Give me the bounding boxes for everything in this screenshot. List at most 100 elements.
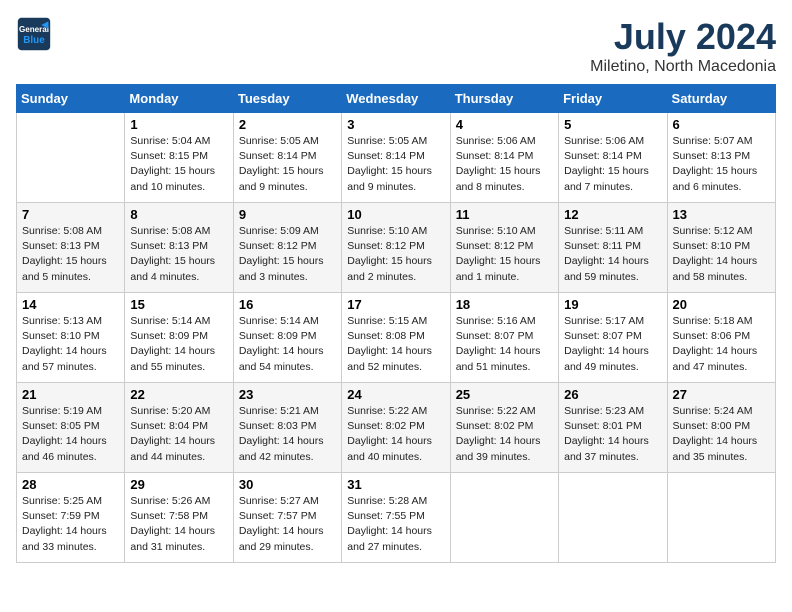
day-info: Sunrise: 5:27 AM Sunset: 7:57 PM Dayligh… bbox=[239, 494, 336, 555]
day-cell: 26 Sunrise: 5:23 AM Sunset: 8:01 PM Dayli… bbox=[559, 383, 667, 473]
day-info: Sunrise: 5:10 AM Sunset: 8:12 PM Dayligh… bbox=[347, 224, 444, 285]
day-cell: 8 Sunrise: 5:08 AM Sunset: 8:13 PM Daylig… bbox=[125, 203, 233, 293]
col-header-sunday: Sunday bbox=[17, 85, 125, 113]
day-info: Sunrise: 5:08 AM Sunset: 8:13 PM Dayligh… bbox=[22, 224, 119, 285]
subtitle: Miletino, North Macedonia bbox=[590, 58, 776, 76]
day-number: 9 bbox=[239, 207, 336, 222]
day-info: Sunrise: 5:21 AM Sunset: 8:03 PM Dayligh… bbox=[239, 404, 336, 465]
logo-icon: General Blue bbox=[16, 16, 52, 52]
day-cell: 11Sunrise: 5:10 AM Sunset: 8:12 PM Dayli… bbox=[450, 203, 558, 293]
day-number: 21 bbox=[22, 387, 119, 402]
main-title: July 2024 bbox=[590, 16, 776, 58]
day-info: Sunrise: 5:07 AM Sunset: 8:13 PM Dayligh… bbox=[673, 134, 770, 195]
day-cell: 9 Sunrise: 5:09 AM Sunset: 8:12 PM Daylig… bbox=[233, 203, 341, 293]
day-info: Sunrise: 5:15 AM Sunset: 8:08 PM Dayligh… bbox=[347, 314, 444, 375]
header: General Blue July 2024 Miletino, North M… bbox=[16, 16, 776, 76]
day-cell: 14Sunrise: 5:13 AM Sunset: 8:10 PM Dayli… bbox=[17, 293, 125, 383]
logo: General Blue bbox=[16, 16, 52, 52]
day-number: 26 bbox=[564, 387, 661, 402]
day-number: 17 bbox=[347, 297, 444, 312]
week-row-3: 14Sunrise: 5:13 AM Sunset: 8:10 PM Dayli… bbox=[17, 293, 776, 383]
day-cell: 31 Sunrise: 5:28 AM Sunset: 7:55 PM Dayli… bbox=[342, 473, 450, 563]
day-cell: 21 Sunrise: 5:19 AM Sunset: 8:05 PM Dayli… bbox=[17, 383, 125, 473]
col-header-friday: Friday bbox=[559, 85, 667, 113]
day-cell: 2Sunrise: 5:05 AM Sunset: 8:14 PM Daylig… bbox=[233, 113, 341, 203]
day-number: 22 bbox=[130, 387, 227, 402]
svg-text:Blue: Blue bbox=[23, 35, 45, 46]
day-number: 12 bbox=[564, 207, 661, 222]
day-cell: 22Sunrise: 5:20 AM Sunset: 8:04 PM Dayli… bbox=[125, 383, 233, 473]
day-number: 7 bbox=[22, 207, 119, 222]
day-number: 14 bbox=[22, 297, 119, 312]
day-number: 31 bbox=[347, 477, 444, 492]
day-cell: 30Sunrise: 5:27 AM Sunset: 7:57 PM Dayli… bbox=[233, 473, 341, 563]
week-row-4: 21 Sunrise: 5:19 AM Sunset: 8:05 PM Dayli… bbox=[17, 383, 776, 473]
title-area: July 2024 Miletino, North Macedonia bbox=[590, 16, 776, 76]
day-number: 15 bbox=[130, 297, 227, 312]
day-cell: 23 Sunrise: 5:21 AM Sunset: 8:03 PM Dayli… bbox=[233, 383, 341, 473]
day-info: Sunrise: 5:24 AM Sunset: 8:00 PM Dayligh… bbox=[673, 404, 770, 465]
day-info: Sunrise: 5:18 AM Sunset: 8:06 PM Dayligh… bbox=[673, 314, 770, 375]
col-header-monday: Monday bbox=[125, 85, 233, 113]
day-cell bbox=[559, 473, 667, 563]
week-row-2: 7 Sunrise: 5:08 AM Sunset: 8:13 PM Daylig… bbox=[17, 203, 776, 293]
day-info: Sunrise: 5:06 AM Sunset: 8:14 PM Dayligh… bbox=[564, 134, 661, 195]
day-number: 2 bbox=[239, 117, 336, 132]
day-info: Sunrise: 5:25 AM Sunset: 7:59 PM Dayligh… bbox=[22, 494, 119, 555]
day-cell: 5 Sunrise: 5:06 AM Sunset: 8:14 PM Daylig… bbox=[559, 113, 667, 203]
day-info: Sunrise: 5:22 AM Sunset: 8:02 PM Dayligh… bbox=[456, 404, 553, 465]
day-number: 25 bbox=[456, 387, 553, 402]
day-cell: 13Sunrise: 5:12 AM Sunset: 8:10 PM Dayli… bbox=[667, 203, 775, 293]
day-cell bbox=[450, 473, 558, 563]
day-info: Sunrise: 5:22 AM Sunset: 8:02 PM Dayligh… bbox=[347, 404, 444, 465]
calendar-table: SundayMondayTuesdayWednesdayThursdayFrid… bbox=[16, 84, 776, 563]
day-info: Sunrise: 5:08 AM Sunset: 8:13 PM Dayligh… bbox=[130, 224, 227, 285]
day-cell bbox=[667, 473, 775, 563]
week-row-1: 1 Sunrise: 5:04 AM Sunset: 8:15 PM Daylig… bbox=[17, 113, 776, 203]
day-info: Sunrise: 5:06 AM Sunset: 8:14 PM Dayligh… bbox=[456, 134, 553, 195]
day-cell: 27Sunrise: 5:24 AM Sunset: 8:00 PM Dayli… bbox=[667, 383, 775, 473]
col-header-tuesday: Tuesday bbox=[233, 85, 341, 113]
day-info: Sunrise: 5:14 AM Sunset: 8:09 PM Dayligh… bbox=[130, 314, 227, 375]
day-cell: 20 Sunrise: 5:18 AM Sunset: 8:06 PM Dayli… bbox=[667, 293, 775, 383]
day-info: Sunrise: 5:09 AM Sunset: 8:12 PM Dayligh… bbox=[239, 224, 336, 285]
day-cell: 4 Sunrise: 5:06 AM Sunset: 8:14 PM Daylig… bbox=[450, 113, 558, 203]
day-info: Sunrise: 5:28 AM Sunset: 7:55 PM Dayligh… bbox=[347, 494, 444, 555]
day-cell: 7 Sunrise: 5:08 AM Sunset: 8:13 PM Daylig… bbox=[17, 203, 125, 293]
day-info: Sunrise: 5:12 AM Sunset: 8:10 PM Dayligh… bbox=[673, 224, 770, 285]
day-number: 20 bbox=[673, 297, 770, 312]
day-number: 18 bbox=[456, 297, 553, 312]
day-cell: 10Sunrise: 5:10 AM Sunset: 8:12 PM Dayli… bbox=[342, 203, 450, 293]
day-number: 28 bbox=[22, 477, 119, 492]
day-number: 1 bbox=[130, 117, 227, 132]
week-row-5: 28 Sunrise: 5:25 AM Sunset: 7:59 PM Dayli… bbox=[17, 473, 776, 563]
day-cell: 24 Sunrise: 5:22 AM Sunset: 8:02 PM Dayli… bbox=[342, 383, 450, 473]
day-number: 24 bbox=[347, 387, 444, 402]
day-cell: 28 Sunrise: 5:25 AM Sunset: 7:59 PM Dayli… bbox=[17, 473, 125, 563]
day-number: 11 bbox=[456, 207, 553, 222]
day-number: 4 bbox=[456, 117, 553, 132]
day-number: 8 bbox=[130, 207, 227, 222]
day-number: 23 bbox=[239, 387, 336, 402]
day-cell: 12Sunrise: 5:11 AM Sunset: 8:11 PM Dayli… bbox=[559, 203, 667, 293]
day-cell bbox=[17, 113, 125, 203]
day-info: Sunrise: 5:23 AM Sunset: 8:01 PM Dayligh… bbox=[564, 404, 661, 465]
day-number: 19 bbox=[564, 297, 661, 312]
day-info: Sunrise: 5:05 AM Sunset: 8:14 PM Dayligh… bbox=[347, 134, 444, 195]
col-header-thursday: Thursday bbox=[450, 85, 558, 113]
day-cell: 3Sunrise: 5:05 AM Sunset: 8:14 PM Daylig… bbox=[342, 113, 450, 203]
day-number: 29 bbox=[130, 477, 227, 492]
day-cell: 1 Sunrise: 5:04 AM Sunset: 8:15 PM Daylig… bbox=[125, 113, 233, 203]
day-cell: 15 Sunrise: 5:14 AM Sunset: 8:09 PM Dayli… bbox=[125, 293, 233, 383]
day-number: 16 bbox=[239, 297, 336, 312]
day-info: Sunrise: 5:04 AM Sunset: 8:15 PM Dayligh… bbox=[130, 134, 227, 195]
day-cell: 18Sunrise: 5:16 AM Sunset: 8:07 PM Dayli… bbox=[450, 293, 558, 383]
col-header-wednesday: Wednesday bbox=[342, 85, 450, 113]
day-info: Sunrise: 5:17 AM Sunset: 8:07 PM Dayligh… bbox=[564, 314, 661, 375]
day-info: Sunrise: 5:14 AM Sunset: 8:09 PM Dayligh… bbox=[239, 314, 336, 375]
day-info: Sunrise: 5:19 AM Sunset: 8:05 PM Dayligh… bbox=[22, 404, 119, 465]
day-cell: 6Sunrise: 5:07 AM Sunset: 8:13 PM Daylig… bbox=[667, 113, 775, 203]
day-number: 5 bbox=[564, 117, 661, 132]
day-info: Sunrise: 5:26 AM Sunset: 7:58 PM Dayligh… bbox=[130, 494, 227, 555]
day-cell: 25 Sunrise: 5:22 AM Sunset: 8:02 PM Dayli… bbox=[450, 383, 558, 473]
